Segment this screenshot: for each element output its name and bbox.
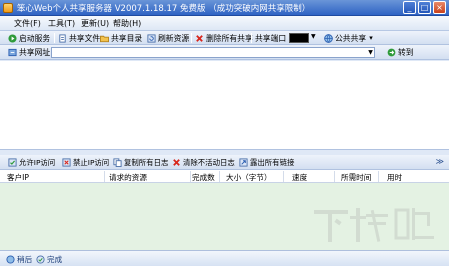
column-size-bytes[interactable]: 大小（字节）	[226, 172, 272, 183]
export-icon	[239, 157, 248, 167]
toolbar-separator	[54, 33, 55, 43]
status-left-text: 稍后	[17, 255, 33, 264]
export-all-links-label: 露出所有链接	[250, 157, 295, 167]
allow-ip-label: 允许IP访问	[19, 157, 56, 167]
toolbar-separator	[251, 33, 252, 43]
delete-icon	[196, 34, 203, 42]
menu-tools[interactable]: 工具(T)	[48, 18, 75, 29]
status-right-text: 完成	[47, 255, 63, 264]
status-done-icon	[36, 255, 45, 264]
share-directory-label: 共享目录	[111, 33, 143, 43]
status-right: 完成	[36, 254, 62, 265]
copy-icon	[113, 157, 122, 167]
menu-bar: 文件(F) 工具(T) 更新(U) 帮助(H)	[0, 16, 449, 31]
column-divider[interactable]	[219, 171, 220, 182]
share-url-label-text: 共享网址	[19, 47, 51, 57]
go-arrow-icon	[387, 48, 396, 56]
column-divider[interactable]	[190, 171, 191, 182]
delete-all-shares-button[interactable]: 删除所有共享	[195, 32, 253, 44]
share-port-text: 共享端口	[255, 33, 287, 43]
column-divider[interactable]	[378, 171, 379, 182]
minimize-button[interactable]: _	[403, 1, 416, 14]
column-requested-resource[interactable]: 请求的资源	[109, 172, 147, 183]
shared-resources-pane[interactable]	[0, 61, 449, 150]
log-table-header: 客户IP 请求的资源 完成数 大小（字节） 速度 所需时间 用时	[0, 170, 449, 183]
globe-icon	[324, 33, 333, 43]
log-toolbar: 允许IP访问 禁止IP访问 复制所有日志 清除不活动日志 露出所有链接 ≫	[0, 155, 449, 170]
go-label: 转到	[398, 47, 414, 57]
clear-icon	[173, 158, 180, 166]
menu-file[interactable]: 文件(F)	[14, 18, 41, 29]
column-client-ip[interactable]: 客户IP	[7, 172, 29, 183]
dropdown-arrow-icon: ▾	[369, 34, 373, 42]
watermark-logo	[314, 208, 434, 242]
link-icon	[8, 48, 17, 56]
allow-ip-button[interactable]: 允许IP访问	[8, 156, 55, 168]
play-icon	[8, 33, 17, 43]
copy-all-logs-button[interactable]: 复制所有日志	[113, 156, 168, 168]
share-port-input[interactable]	[289, 33, 309, 43]
close-button[interactable]: ×	[433, 1, 446, 14]
public-share-button[interactable]: 公共共享 ▾	[324, 32, 373, 44]
clear-inactive-logs-label: 清除不活动日志	[183, 157, 235, 167]
menu-help[interactable]: 帮助(H)	[113, 18, 141, 29]
block-ip-button[interactable]: 禁止IP访问	[62, 156, 109, 168]
share-file-button[interactable]: 共享文件	[58, 32, 100, 44]
status-network-icon	[6, 255, 15, 264]
column-divider[interactable]	[283, 171, 284, 182]
share-url-label: 共享网址	[8, 46, 50, 58]
maximize-button[interactable]: □	[418, 1, 431, 14]
start-service-button[interactable]: 启动服务	[8, 32, 50, 44]
app-icon	[3, 3, 13, 13]
toolbar-separator	[191, 33, 192, 43]
address-bar: 共享网址 ▼ 转到	[0, 45, 449, 60]
share-port-label: 共享端口	[255, 32, 286, 44]
share-url-input[interactable]	[51, 47, 375, 58]
allow-icon	[8, 157, 17, 167]
refresh-resources-label: 刷新资源	[158, 33, 190, 43]
share-file-icon	[59, 33, 66, 43]
block-icon	[62, 157, 71, 167]
refresh-resources-button[interactable]: 刷新资源	[147, 32, 189, 44]
block-ip-label: 禁止IP访问	[73, 157, 110, 167]
window-title: 笨心Web个人共享服务器 V2007.1.18.17 免费版 （成功突破内网共享…	[17, 4, 311, 14]
menu-update[interactable]: 更新(U)	[81, 18, 109, 29]
copy-all-logs-label: 复制所有日志	[124, 157, 169, 167]
main-toolbar: 启动服务 共享文件 共享目录 刷新资源 删除所有共享 共享端口 ▼ 公共共享 ▾	[0, 31, 449, 45]
column-divider[interactable]	[104, 171, 105, 182]
title-bar: 笨心Web个人共享服务器 V2007.1.18.17 免费版 （成功突破内网共享…	[0, 0, 449, 16]
column-divider[interactable]	[334, 171, 335, 182]
share-file-label: 共享文件	[69, 33, 101, 43]
share-directory-button[interactable]: 共享目录	[100, 32, 142, 44]
chevron-down-icon[interactable]: ▼	[366, 47, 375, 58]
go-button[interactable]: 转到	[387, 46, 414, 58]
column-elapsed[interactable]: 用时	[387, 172, 402, 183]
start-service-label: 启动服务	[19, 33, 51, 43]
public-share-label: 公共共享	[335, 33, 367, 43]
status-bar: 稍后 完成	[0, 250, 449, 266]
refresh-icon	[147, 33, 156, 43]
column-completed[interactable]: 完成数	[192, 172, 215, 183]
column-speed[interactable]: 速度	[292, 172, 307, 183]
collapse-icon[interactable]: ≫	[436, 157, 444, 166]
clear-inactive-logs-button[interactable]: 清除不活动日志	[172, 156, 235, 168]
status-left: 稍后	[6, 254, 32, 265]
column-time-required[interactable]: 所需时间	[341, 172, 371, 183]
window-controls: _ □ ×	[403, 1, 446, 14]
folder-icon	[100, 35, 109, 42]
chevron-down-icon[interactable]: ▼	[311, 33, 316, 40]
delete-all-shares-label: 删除所有共享	[206, 33, 253, 43]
export-all-links-button[interactable]: 露出所有链接	[239, 156, 294, 168]
